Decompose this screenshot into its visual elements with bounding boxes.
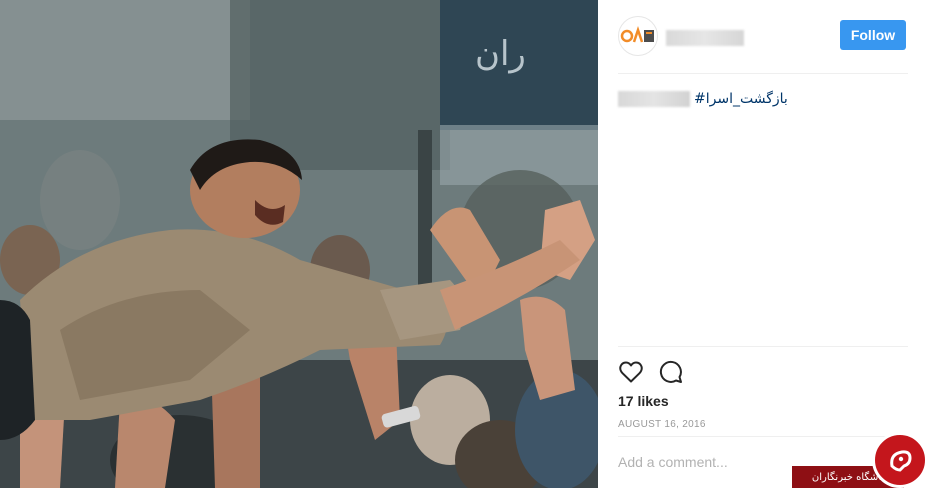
post-photo[interactable]: ران (0, 0, 598, 488)
photo-illustration: ران (0, 0, 598, 488)
comment-button[interactable] (658, 359, 684, 385)
likes-count[interactable]: 17 likes (618, 393, 669, 409)
brand-logo-icon (620, 26, 655, 43)
svg-text:ران: ران (475, 34, 526, 74)
comment-icon (659, 360, 682, 383)
caption-username-redacted[interactable] (618, 91, 690, 107)
post-actions: 17 likes AUGUST 16, 2016 (618, 346, 908, 438)
instagram-post: ران Follow #بازگشت_اسرا 17 likes AUGUST … (0, 0, 928, 488)
post-date: AUGUST 16, 2016 (618, 419, 706, 430)
like-button[interactable] (618, 359, 644, 385)
brand-circle-logo-icon (890, 450, 912, 472)
post-sidebar: Follow #بازگشت_اسرا 17 likes AUGUST 16, … (598, 0, 928, 488)
heart-icon (619, 361, 643, 383)
action-icons (618, 359, 684, 385)
brand-logo-avatar[interactable] (618, 16, 658, 56)
post-header: Follow (618, 12, 908, 74)
username-redacted[interactable] (666, 30, 744, 46)
hashtag-link[interactable]: #بازگشت_اسرا (694, 91, 788, 107)
follow-button[interactable]: Follow (840, 20, 906, 50)
watermark-logo (872, 432, 928, 488)
post-caption: #بازگشت_اسرا (618, 88, 908, 110)
